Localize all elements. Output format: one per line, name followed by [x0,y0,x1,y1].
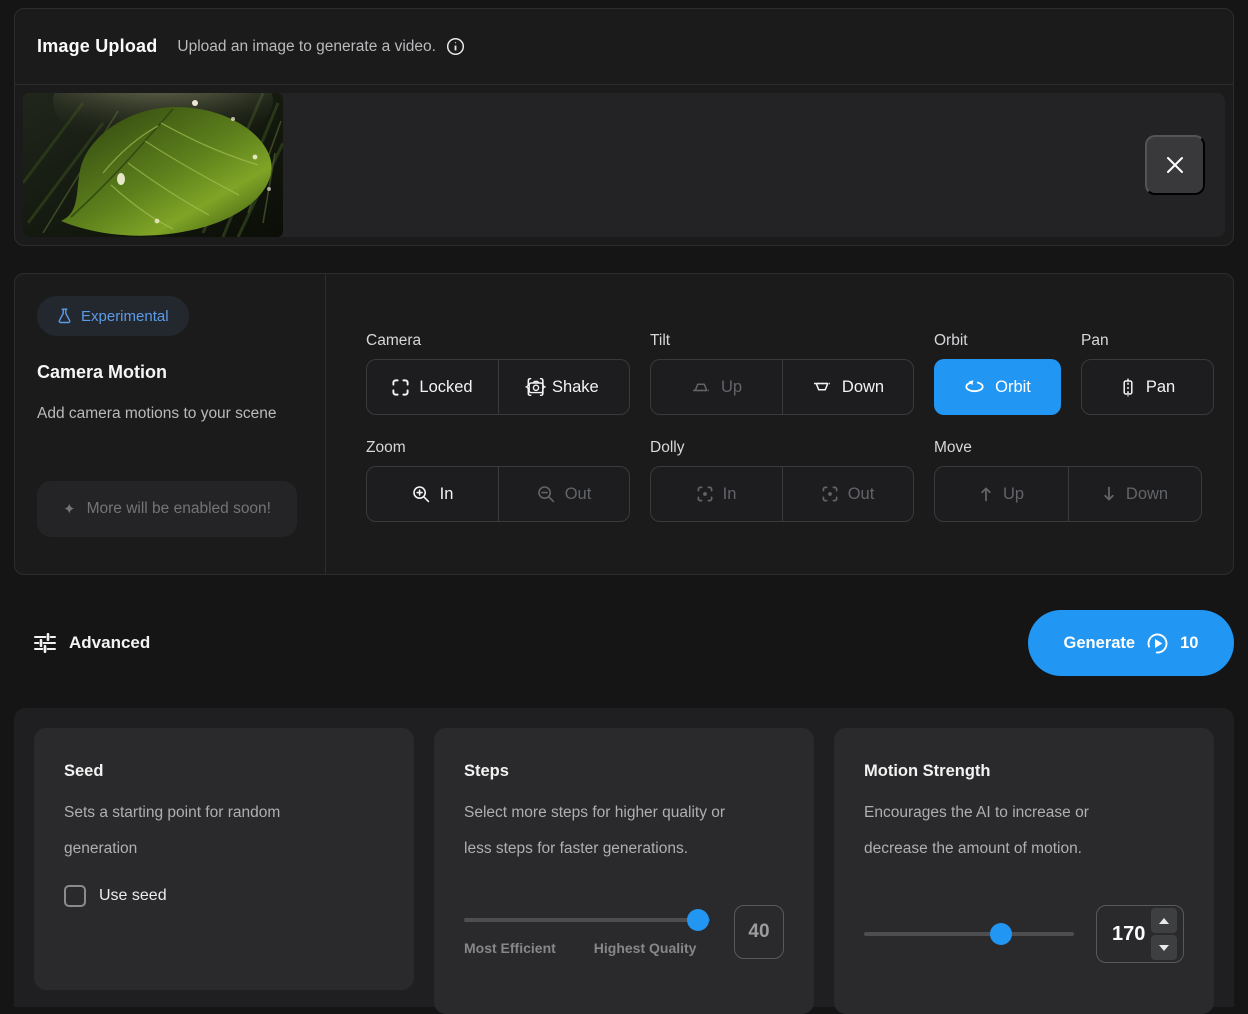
steps-value-input[interactable]: 40 [734,905,784,959]
advanced-section-header: Advanced Generate 10 [14,610,1234,676]
flask-icon [57,308,72,324]
group-move-label: Move [934,439,1202,457]
generate-credits-cost: 10 [1180,634,1198,653]
group-tilt-label: Tilt [650,332,914,350]
group-move: Move Up Down [934,439,1202,522]
motion-strength-slider-track[interactable] [864,932,1074,936]
dolly-target-icon [697,486,713,502]
tilt-up-button[interactable]: Up [651,360,782,414]
motion-strength-slider[interactable] [864,923,1074,945]
advanced-label: Advanced [69,633,150,653]
more-enabled-soon-label: More will be enabled soon! [87,500,271,518]
image-upload-header: Image Upload Upload an image to generate… [15,9,1233,85]
group-dolly: Dolly In [650,439,914,522]
group-pan-label: Pan [1081,332,1214,350]
dolly-out-button[interactable]: Out [782,467,913,521]
advanced-settings-panel: Seed Sets a starting point for random ge… [14,708,1234,1007]
steps-min-label: Most Efficient [464,940,556,956]
use-seed-checkbox-row[interactable]: Use seed [64,885,384,907]
motion-strength-value: 170 [1112,923,1145,946]
steps-slider-track[interactable] [464,918,710,922]
triangle-up-icon [1159,918,1169,924]
steps-slider[interactable] [464,909,710,931]
tilt-down-button[interactable]: Down [782,360,913,414]
camera-motion-panel: Experimental Camera Motion Add camera mo… [14,273,1234,575]
sparkle-icon: ✦ [63,502,76,517]
camera-motion-title: Camera Motion [37,362,303,383]
pan-frame-icon [1120,378,1136,397]
zoom-in-button[interactable]: In [367,467,498,521]
use-seed-checkbox[interactable] [64,885,86,907]
zoom-in-icon [412,485,430,503]
zoom-out-icon [537,485,555,503]
motion-strength-description: Encourages the AI to increase or decreas… [864,795,1184,867]
stepper-up-button[interactable] [1151,908,1177,933]
steps-description: Select more steps for higher quality or … [464,795,784,867]
uploaded-image-thumbnail[interactable] [23,93,283,237]
camera-shake-icon: { } [529,376,542,398]
close-icon [1164,154,1186,176]
more-enabled-soon-notice: ✦ More will be enabled soon! [37,481,297,537]
image-upload-body [15,85,1233,245]
arrow-up-icon [979,486,993,502]
stepper-down-button[interactable] [1151,935,1177,960]
camera-shake-button[interactable]: { } Shake [498,360,629,414]
move-down-button[interactable]: Down [1068,467,1201,521]
experimental-badge-label: Experimental [81,308,169,325]
orbit-button[interactable]: Orbit [935,360,1060,414]
steps-card: Steps Select more steps for higher quali… [434,728,814,1014]
use-seed-label: Use seed [99,887,167,905]
seed-card: Seed Sets a starting point for random ge… [34,728,414,990]
camera-motion-info: Experimental Camera Motion Add camera mo… [15,274,326,574]
motion-strength-stepper [1151,908,1177,960]
group-zoom-label: Zoom [366,439,630,457]
image-upload-title: Image Upload [37,36,157,57]
orbit-arrow-icon [964,379,985,395]
uploaded-image-row [23,93,1225,237]
sliders-icon [34,633,56,653]
motion-strength-card: Motion Strength Encourages the AI to inc… [834,728,1214,1014]
camera-motion-description: Add camera motions to your scene [37,405,303,423]
image-upload-subtitle: Upload an image to generate a video. [177,37,465,56]
generate-button[interactable]: Generate 10 [1028,610,1234,676]
arrow-down-icon [1102,486,1116,502]
camera-locked-button[interactable]: Locked [367,360,498,414]
motion-strength-slider-thumb[interactable] [990,923,1012,945]
zoom-out-button[interactable]: Out [498,467,629,521]
triangle-down-icon [1159,945,1169,951]
tilt-down-icon [812,380,832,394]
advanced-toggle[interactable]: Advanced [34,633,150,653]
group-zoom: Zoom In [366,439,630,522]
group-pan: Pan Pan [1081,332,1214,415]
camera-motion-controls: Camera Locked { [326,274,1233,574]
seed-description: Sets a starting point for random generat… [64,795,384,867]
steps-max-label: Highest Quality [594,940,697,956]
info-icon[interactable] [446,37,465,56]
pan-button[interactable]: Pan [1082,360,1213,414]
camera-controls-row-2: Zoom In [366,439,1233,522]
dolly-in-button[interactable]: In [651,467,782,521]
motion-strength-title: Motion Strength [864,762,1184,781]
camera-controls-row-1: Camera Locked { [366,332,1233,415]
group-orbit-label: Orbit [934,332,1061,350]
locked-frame-icon [392,379,409,396]
group-camera: Camera Locked { [366,332,630,415]
credits-coin-icon [1146,632,1169,655]
group-dolly-label: Dolly [650,439,914,457]
remove-image-button[interactable] [1145,135,1205,195]
dolly-target-icon [822,486,838,502]
motion-strength-value-input[interactable]: 170 [1096,905,1184,963]
steps-title: Steps [464,762,784,781]
steps-slider-thumb[interactable] [687,909,709,931]
seed-title: Seed [64,762,384,781]
image-upload-panel: Image Upload Upload an image to generate… [14,8,1234,246]
move-up-button[interactable]: Up [935,467,1068,521]
group-orbit: Orbit Orbit [934,332,1061,415]
tilt-up-icon [691,380,711,394]
group-tilt: Tilt Up Down [650,332,914,415]
group-camera-label: Camera [366,332,630,350]
experimental-badge: Experimental [37,296,189,336]
